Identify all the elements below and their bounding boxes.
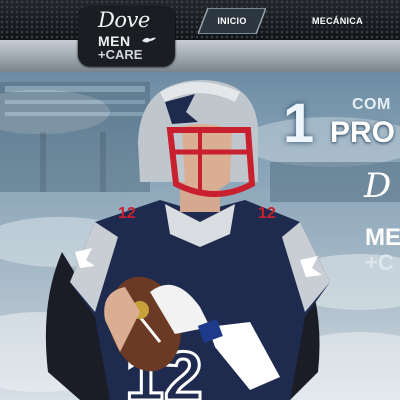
promo-care-text: +C xyxy=(365,250,394,275)
helmet xyxy=(138,80,259,197)
dove-bird-icon xyxy=(142,37,156,43)
nav-inicio-tab[interactable]: INICIO xyxy=(198,8,266,34)
logo-care-text: +CARE xyxy=(98,47,143,62)
nav-mecanica-link[interactable]: MECÁNICA xyxy=(312,8,363,34)
nav-inicio-label: INICIO xyxy=(217,16,247,26)
promo-number: 1 xyxy=(283,91,315,154)
hero-banner[interactable]: 12 12 12 1 COM PRO D ME +C xyxy=(0,72,400,400)
logo-dove-wordmark: Dove xyxy=(98,8,150,32)
face xyxy=(182,124,232,192)
top-navigation-bar: INICIO MECÁNICA xyxy=(0,0,400,40)
shoulder-number-left: 12 xyxy=(118,205,136,222)
promo-dove-wordmark: D xyxy=(364,166,392,206)
header-sub-strip xyxy=(0,40,400,72)
dove-men-care-logo[interactable]: Dove MEN +CARE xyxy=(78,6,175,66)
promo-text-line2: PRO xyxy=(330,116,396,149)
promo-men-text: ME xyxy=(365,224,400,251)
nav-mecanica-label: MECÁNICA xyxy=(312,16,363,26)
shoulder-number-right: 12 xyxy=(258,205,276,222)
promo-text-line1: COM xyxy=(352,96,391,113)
